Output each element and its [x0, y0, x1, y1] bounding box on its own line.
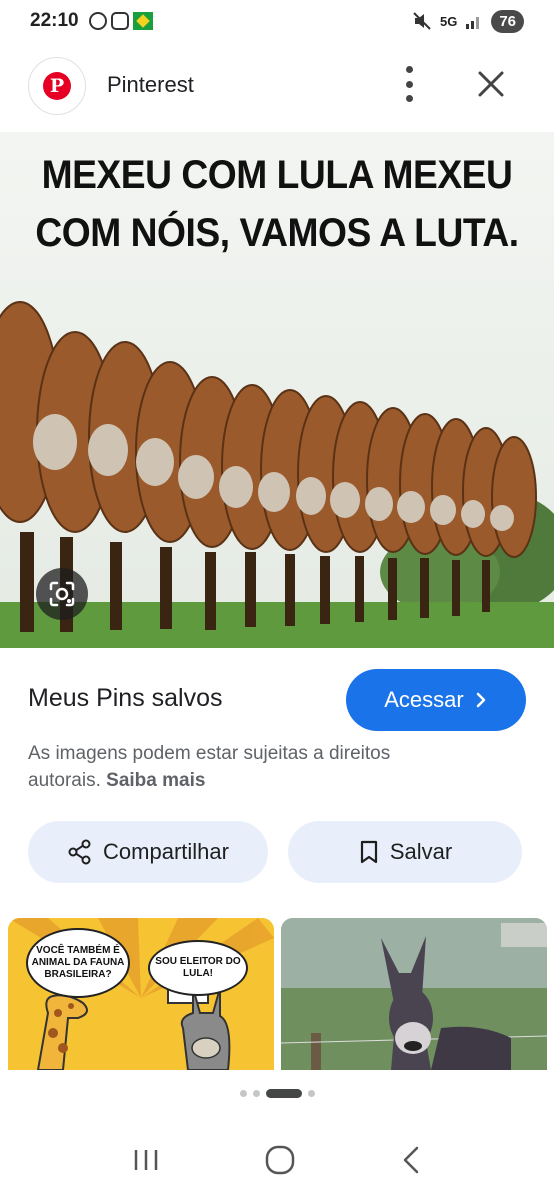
access-button[interactable]: Acessar	[346, 669, 526, 731]
recent-apps-icon[interactable]	[131, 1146, 161, 1174]
close-icon	[478, 71, 504, 97]
signal-icon	[466, 17, 480, 29]
system-nav-bar	[0, 1130, 554, 1190]
copyright-notice: As imagens podem estar sujeitas a direit…	[28, 740, 448, 794]
share-icon	[68, 839, 91, 865]
pager-dot[interactable]	[239, 1090, 247, 1097]
save-button[interactable]: Salvar	[288, 821, 522, 883]
pager-dot[interactable]	[252, 1090, 260, 1097]
pin-title: Meus Pins salvos	[28, 684, 223, 712]
status-time: 22:10	[30, 10, 79, 31]
related-image-cartoon[interactable]: VOCÊ TAMBÉM É ANIMAL DA FAUNA BRASILEIRA…	[8, 918, 274, 1070]
site-name[interactable]: Pinterest	[107, 72, 194, 98]
back-icon[interactable]	[399, 1145, 423, 1175]
donkey-photo	[281, 918, 547, 1070]
chevron-right-icon	[476, 692, 485, 708]
lens-search-button[interactable]	[36, 568, 88, 620]
close-button[interactable]	[474, 67, 508, 101]
site-logo[interactable]: P	[28, 57, 86, 115]
flag-icon	[132, 12, 153, 30]
instagram-icon	[110, 12, 129, 30]
home-icon[interactable]	[264, 1144, 296, 1176]
share-label: Compartilhar	[103, 839, 229, 864]
status-bar: 22:10 5G 76	[0, 0, 554, 42]
more-options-icon[interactable]	[398, 66, 420, 102]
whatsapp-icon	[88, 12, 107, 30]
save-label: Salvar	[389, 839, 453, 864]
battery-indicator: 76	[491, 9, 524, 33]
mute-icon	[413, 12, 431, 30]
status-right: 5G 76	[412, 9, 524, 33]
access-label: Acessar	[384, 687, 464, 712]
speech-bubble-1: VOCÊ TAMBÉM É ANIMAL DA FAUNA BRASILEIRA…	[26, 928, 130, 998]
caption-line-1: MEXEU COM LULA MEXEU	[41, 153, 513, 197]
main-image[interactable]: MEXEU COM LULA MEXEU COM NÓIS, VAMOS A L…	[0, 132, 554, 648]
share-button[interactable]: Compartilhar	[28, 821, 268, 883]
source-header: P Pinterest	[0, 52, 554, 122]
meme-caption: MEXEU COM LULA MEXEU COM NÓIS, VAMOS A L…	[19, 146, 534, 262]
pager-dot[interactable]	[307, 1090, 315, 1097]
notification-icons	[88, 12, 153, 30]
screen: 22:10 5G 76 P Pinterest MEXEU COM LULA M…	[0, 0, 554, 1200]
bookmark-icon	[360, 840, 377, 864]
speech-bubble-2: SOU ELEITOR DO LULA!	[148, 940, 248, 996]
network-label: 5G	[439, 13, 458, 29]
related-image-donkey[interactable]	[281, 918, 547, 1070]
caption-line-2: COM NÓIS, VAMOS A LUTA.	[35, 211, 519, 255]
carousel-pager	[0, 1089, 554, 1098]
copyright-text: As imagens podem estar sujeitas a direit…	[28, 743, 391, 791]
learn-more-link[interactable]: Saiba mais	[106, 770, 205, 791]
lens-icon	[49, 581, 75, 607]
pager-dot-active[interactable]	[265, 1089, 302, 1098]
pinterest-logo-icon: P	[43, 72, 71, 100]
